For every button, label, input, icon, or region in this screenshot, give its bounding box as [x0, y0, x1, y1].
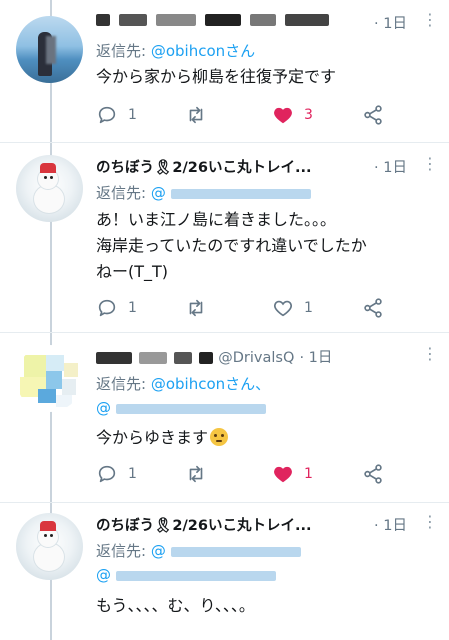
share-button[interactable] [362, 103, 384, 127]
replying-to-continued: @ [96, 566, 276, 584]
replying-prefix: 返信先: [96, 184, 151, 202]
mention-link[interactable]: @ [151, 542, 166, 560]
replying-to-continued: @ [96, 399, 266, 417]
tweet-text: あ！いま江ノ島に着きました。。。 海岸走っていたのですれ違いでしたか ねー(T_… [96, 207, 367, 285]
tweet-time[interactable]: · 1日 [299, 350, 332, 366]
vertical-ellipsis-icon[interactable]: ⋮ [422, 154, 438, 173]
replying-prefix: 返信先: [96, 375, 151, 393]
share-button[interactable] [362, 462, 384, 486]
mention-link[interactable]: @ [96, 566, 111, 584]
tweet-time[interactable]: · 1日 [374, 156, 407, 177]
avatar[interactable] [16, 513, 83, 580]
tweet-text-line: 今からゆきます [96, 425, 229, 451]
tweet-header: @DrivalsQ · 1日 [96, 346, 332, 367]
heart-icon [274, 300, 292, 317]
tweet-text-line: あ！いま江ノ島に着きました。。。 [96, 210, 337, 229]
redacted-name [174, 352, 193, 364]
retweet-button[interactable] [184, 103, 218, 127]
retweet-arrows-icon [189, 106, 203, 124]
mention-link[interactable]: @ [151, 184, 166, 202]
redacted-name [139, 352, 168, 364]
share-nodes-icon [364, 464, 382, 484]
vertical-ellipsis-icon[interactable]: ⋮ [422, 344, 438, 363]
reply-count: 1 [128, 107, 137, 123]
heart-icon [274, 107, 292, 124]
tweet-text-line: 海岸走っていたのですれ違いでしたか [96, 236, 367, 255]
replying-to: 返信先: @obihconさん、 [96, 373, 270, 394]
redacted-name [205, 14, 242, 26]
mention-link[interactable]: @obihconさん、 [151, 375, 270, 393]
vertical-ellipsis-icon[interactable]: ⋮ [422, 10, 438, 29]
vertical-ellipsis-icon[interactable]: ⋮ [422, 512, 438, 531]
speech-bubble-icon [98, 465, 116, 483]
tweet-actions: 1 1 [96, 296, 396, 320]
like-button[interactable]: 3 [272, 103, 313, 127]
share-nodes-icon [364, 298, 382, 318]
retweet-button[interactable] [184, 462, 218, 486]
heart-icon [274, 466, 292, 483]
share-nodes-icon [364, 105, 382, 125]
tweet-text-content: 今からゆきます [96, 428, 209, 447]
display-name[interactable]: のちぼう🎗2/26いこ丸トレイ... [96, 518, 312, 534]
tweet-header: のちぼう🎗2/26いこ丸トレイ... [96, 156, 312, 177]
avatar[interactable] [16, 345, 83, 412]
redacted-name [156, 14, 197, 26]
redacted-name [285, 14, 330, 26]
like-count: 1 [304, 466, 313, 482]
replying-prefix: 返信先: [96, 42, 151, 60]
tweet-actions: 1 3 [96, 103, 396, 127]
replying-to: 返信先: @ [96, 540, 301, 561]
screen-name[interactable]: @DrivalsQ [218, 350, 294, 366]
redacted-name [119, 14, 148, 26]
mention-link[interactable]: @ [96, 399, 111, 417]
retweet-arrows-icon [189, 465, 203, 483]
avatar[interactable] [16, 16, 83, 83]
redacted-handle [170, 188, 311, 199]
display-name[interactable]: のちぼう🎗2/26いこ丸トレイ... [96, 160, 312, 176]
tweet-text: 今からゆきます [96, 425, 229, 451]
reply-count: 1 [128, 466, 137, 482]
tweet-text-line: ねー(T_T) [96, 262, 169, 281]
redacted-name [250, 14, 277, 26]
face-with-rolling-eyes-emoji [210, 428, 229, 446]
retweet-arrows-icon [189, 299, 203, 317]
like-button[interactable]: 1 [272, 462, 313, 486]
redacted-handle [115, 570, 276, 581]
tweet-text: もう、、、、む、り、、、。 [96, 593, 255, 619]
retweet-button[interactable] [184, 296, 218, 320]
replying-prefix: 返信先: [96, 542, 151, 560]
tweet-1[interactable]: · 1日 ⋮ 返信先: @obihconさん 今から家から柳島を往復予定です 1… [0, 0, 449, 142]
replying-to: 返信先: @ [96, 182, 311, 203]
tweet-header [96, 12, 366, 28]
share-button[interactable] [362, 296, 384, 320]
like-count: 3 [304, 107, 313, 123]
mention-link[interactable]: @obihconさん [151, 42, 255, 60]
redacted-name [199, 352, 214, 364]
tweet-3[interactable]: @DrivalsQ · 1日 ⋮ 返信先: @obihconさん、 @ 今からゆ… [0, 332, 449, 502]
tweet-4[interactable]: のちぼう🎗2/26いこ丸トレイ... · 1日 ⋮ 返信先: @ @ もう、、、… [0, 502, 449, 640]
redacted-handle [170, 546, 301, 557]
tweet-time[interactable]: · 1日 [374, 514, 407, 535]
tweet-2[interactable]: のちぼう🎗2/26いこ丸トレイ... · 1日 ⋮ 返信先: @ あ！いま江ノ島… [0, 142, 449, 332]
tweet-text: 今から家から柳島を往復予定です [96, 64, 336, 90]
tweet-time[interactable]: · 1日 [374, 12, 407, 33]
tweet-text-line: もう、、、、む、り、、、。 [96, 596, 255, 615]
like-button[interactable]: 1 [272, 296, 313, 320]
reply-count: 1 [128, 300, 137, 316]
reply-button[interactable]: 1 [96, 462, 137, 486]
tweet-text-line: 今から家から柳島を往復予定です [96, 67, 337, 86]
like-count: 1 [304, 300, 313, 316]
speech-bubble-icon [98, 299, 116, 317]
tweet-actions: 1 1 [96, 462, 396, 486]
replying-to: 返信先: @obihconさん [96, 40, 255, 61]
reply-button[interactable]: 1 [96, 103, 137, 127]
tweet-header: のちぼう🎗2/26いこ丸トレイ... [96, 514, 312, 535]
redacted-name [96, 352, 132, 364]
redacted-handle [115, 403, 266, 414]
reply-button[interactable]: 1 [96, 296, 137, 320]
speech-bubble-icon [98, 106, 116, 124]
avatar[interactable] [16, 155, 83, 222]
redacted-name [96, 14, 110, 26]
